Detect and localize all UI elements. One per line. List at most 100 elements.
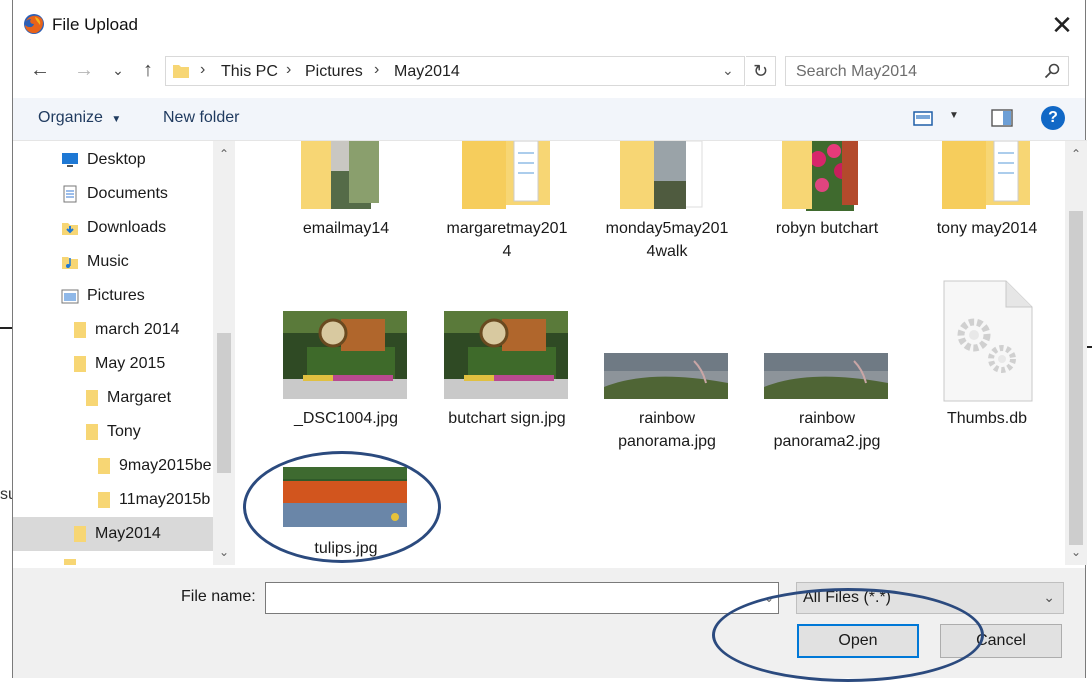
tree-item-folder[interactable]: May 2015: [73, 349, 165, 379]
folder-icon: [64, 559, 76, 565]
caret-down-icon: ▼: [111, 114, 122, 125]
desktop-icon: [62, 152, 78, 167]
tree-item-may2014[interactable]: May2014: [73, 519, 161, 549]
refresh-button[interactable]: ↻: [746, 56, 776, 86]
butchart-sign-thumbnail: [283, 311, 407, 399]
downloads-icon: [62, 222, 78, 235]
chevron-down-icon[interactable]: ⌄: [722, 62, 734, 79]
file-name-label: tulips.jpg: [314, 540, 378, 557]
search-box[interactable]: Search May2014: [785, 56, 1069, 86]
breadcrumb-separator-icon: ›: [286, 61, 292, 78]
search-placeholder: Search May2014: [796, 63, 917, 80]
command-toolbar: Organize ▼ New folder ▼ ?: [13, 98, 1085, 140]
file-grid: emailmay14 margaretmay201 4 monday5may20…: [237, 141, 1065, 565]
file-name-panel: File name: ⌄ All Files (*.*) ⌄ Open Canc…: [13, 568, 1085, 678]
file-name-label: emailmay14: [302, 220, 390, 237]
file-name-input[interactable]: [265, 582, 779, 614]
chevron-down-icon: ⌄: [1043, 589, 1055, 605]
navigation-bar: ← → ⌄ ↑ › This PC › Pictures › May2014 ⌄…: [13, 50, 1085, 92]
chevron-down-icon[interactable]: ⌄: [759, 582, 779, 614]
folder-icon: [86, 423, 98, 440]
folder-icon: [74, 525, 86, 542]
background-page-line: [0, 327, 12, 329]
back-button[interactable]: ←: [27, 56, 53, 84]
image-tile[interactable]: _DSC1004.jpg: [271, 311, 421, 431]
tree-item-desktop[interactable]: Desktop: [61, 145, 146, 175]
scroll-down-icon[interactable]: ⌄: [215, 543, 233, 561]
scroll-up-icon[interactable]: ⌃: [1067, 145, 1085, 163]
folder-with-documents-icon: [942, 141, 1030, 209]
folder-icon: [86, 389, 98, 406]
organize-button[interactable]: Organize ▼: [38, 109, 121, 127]
file-type-select[interactable]: All Files (*.*) ⌄: [796, 582, 1064, 614]
breadcrumb-may2014[interactable]: May2014: [394, 63, 460, 81]
forward-button[interactable]: →: [71, 56, 97, 84]
breadcrumb-pictures[interactable]: Pictures: [305, 63, 363, 81]
navigation-pane: Desktop Documents Downloads Music Pictur…: [13, 141, 235, 565]
tree-item-documents[interactable]: Documents: [61, 179, 168, 209]
folder-tile[interactable]: monday5may201 4walk: [592, 141, 742, 261]
folder-with-photos-icon: [301, 141, 379, 209]
folder-icon: [98, 491, 110, 508]
image-tile[interactable]: rainbow panorama2.jpg: [752, 311, 902, 450]
recent-locations-button[interactable]: ⌄: [105, 56, 131, 84]
scroll-up-icon[interactable]: ⌃: [215, 145, 233, 163]
file-name-label: margaretmay201 4: [446, 220, 568, 260]
folder-tile[interactable]: emailmay14: [271, 141, 421, 261]
file-name-label: rainbow panorama2.jpg: [773, 410, 881, 450]
tree-item-folder[interactable]: Tony: [85, 417, 141, 447]
file-name-label: butchart sign.jpg: [448, 410, 566, 427]
file-name-label: robyn butchart: [775, 220, 879, 237]
file-name-label: rainbow panorama.jpg: [618, 410, 716, 450]
folder-with-documents-icon: [462, 141, 550, 209]
new-folder-button[interactable]: New folder: [163, 109, 239, 127]
folder-tile[interactable]: margaretmay201 4: [432, 141, 582, 261]
tree-item-folder[interactable]: 9may2015be: [97, 451, 212, 481]
pictures-icon: [61, 289, 79, 304]
folder-with-photos-icon: [782, 141, 858, 211]
scroll-down-icon[interactable]: ⌄: [1067, 543, 1085, 561]
image-tile[interactable]: butchart sign.jpg: [432, 311, 582, 431]
tree-item-folder[interactable]: Margaret: [85, 383, 171, 413]
open-button[interactable]: Open: [797, 624, 919, 658]
file-type-value: All Files (*.*): [803, 589, 892, 606]
close-button[interactable]: ✕: [1047, 10, 1077, 40]
firefox-icon: [24, 14, 44, 34]
preview-pane-icon[interactable]: [991, 109, 1013, 127]
dialog-title: File Upload: [52, 15, 138, 34]
view-options-icon[interactable]: [913, 110, 935, 128]
image-tile[interactable]: rainbow panorama.jpg: [592, 311, 742, 450]
title-bar: File Upload ✕: [13, 0, 1085, 50]
tree-item-pictures[interactable]: Pictures: [61, 281, 145, 311]
tree-item-music[interactable]: Music: [61, 247, 129, 277]
folder-icon: [173, 65, 189, 78]
tree-item-folder[interactable]: 11may2015b: [97, 485, 210, 515]
help-icon[interactable]: ?: [1041, 106, 1065, 130]
system-file-icon: [943, 280, 1033, 402]
tree-scrollbar-thumb[interactable]: [217, 333, 231, 473]
folder-tile[interactable]: tony may2014: [912, 141, 1062, 261]
documents-icon: [63, 185, 77, 203]
folder-tile[interactable]: robyn butchart: [752, 141, 902, 261]
breadcrumb-this-pc[interactable]: This PC: [221, 63, 278, 81]
tree-item-folder[interactable]: march 2014: [73, 315, 180, 345]
music-icon: [62, 256, 78, 269]
file-name-label: Thumbs.db: [946, 410, 1028, 427]
rainbow-panorama-thumbnail: [764, 353, 888, 399]
breadcrumb-separator-icon: ›: [200, 61, 206, 78]
cancel-button[interactable]: Cancel: [940, 624, 1062, 658]
file-grid-scrollbar-thumb[interactable]: [1069, 211, 1083, 545]
folder-icon: [74, 321, 86, 338]
image-tile[interactable]: tulips.jpg: [271, 463, 421, 563]
folder-icon: [74, 355, 86, 372]
file-upload-dialog: File Upload ✕ ← → ⌄ ↑ › This PC › Pictur…: [12, 0, 1087, 678]
view-menu-caret-icon[interactable]: ▼: [949, 110, 959, 121]
file-name-label: File name:: [181, 588, 256, 605]
up-button[interactable]: ↑: [135, 56, 161, 84]
file-tile[interactable]: Thumbs.db: [912, 279, 1062, 429]
organize-label: Organize: [38, 109, 103, 126]
search-icon[interactable]: [1044, 63, 1060, 79]
rainbow-panorama-thumbnail: [604, 353, 728, 399]
tree-item-downloads[interactable]: Downloads: [61, 213, 166, 243]
address-bar[interactable]: › This PC › Pictures › May2014 ⌄: [165, 56, 745, 86]
